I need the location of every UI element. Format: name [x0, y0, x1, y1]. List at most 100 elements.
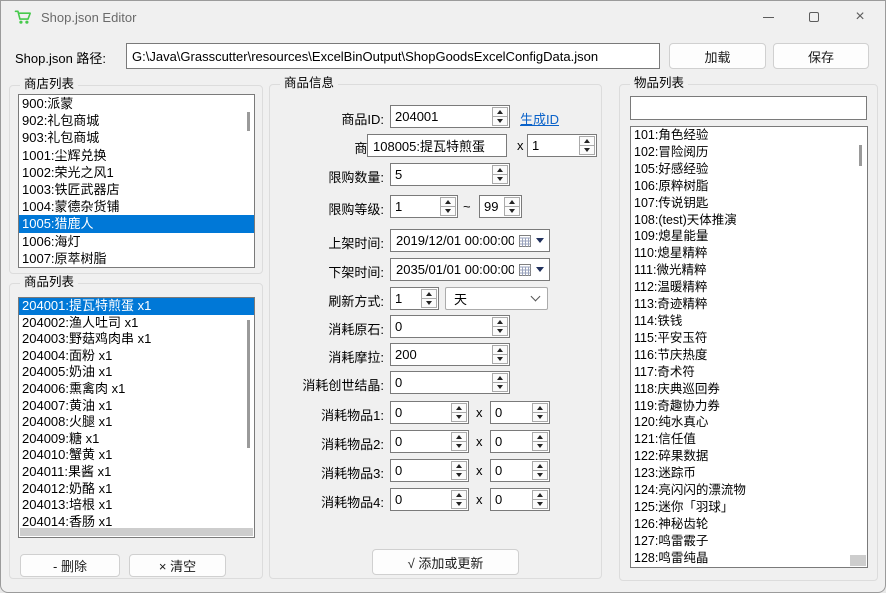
- list-item[interactable]: 204005:奶油 x1: [19, 364, 254, 381]
- list-item[interactable]: 108:(test)天体推演: [631, 212, 867, 229]
- limit-count-input[interactable]: [391, 164, 491, 185]
- cost-mora-spinner[interactable]: [390, 343, 510, 366]
- list-item[interactable]: 114:铁钱: [631, 313, 867, 330]
- dropdown-arrow-icon[interactable]: [536, 238, 544, 243]
- list-item[interactable]: 123:迷踪币: [631, 465, 867, 482]
- spin-up-button[interactable]: [452, 491, 466, 499]
- item-listbox[interactable]: 101:角色经验102:冒险阅历105:好感经验106:原粹树脂107:传说钥匙…: [630, 126, 868, 568]
- add-or-update-button[interactable]: √ 添加或更新: [372, 549, 519, 575]
- spin-down-button[interactable]: [533, 441, 547, 450]
- spin-up-button[interactable]: [493, 166, 507, 174]
- horizontal-scrollbar[interactable]: [20, 528, 253, 536]
- delete-goods-button[interactable]: - 删除: [20, 554, 120, 577]
- list-item[interactable]: 204008:火腿 x1: [19, 414, 254, 431]
- spin-down-button[interactable]: [493, 116, 507, 125]
- list-item[interactable]: 101:角色经验: [631, 127, 867, 144]
- cost-item4-id-spinner[interactable]: [390, 488, 469, 511]
- cost-item2-id-input[interactable]: [391, 431, 450, 452]
- spin-down-button[interactable]: [441, 206, 455, 215]
- list-item[interactable]: 119:奇趣协力券: [631, 398, 867, 415]
- cost-item3-id-spinner[interactable]: [390, 459, 469, 482]
- list-item[interactable]: 204002:渔人吐司 x1: [19, 315, 254, 332]
- list-item[interactable]: 1004:蒙德杂货铺: [19, 198, 254, 215]
- list-item[interactable]: 204010:蟹黄 x1: [19, 447, 254, 464]
- spin-up-button[interactable]: [505, 198, 519, 206]
- spin-up-button[interactable]: [452, 462, 466, 470]
- cost-item1-count-input[interactable]: [491, 402, 531, 423]
- list-item[interactable]: 113:奇迹精粹: [631, 296, 867, 313]
- list-item[interactable]: 1006:海灯: [19, 233, 254, 250]
- maximize-button[interactable]: [791, 1, 837, 33]
- cost-mora-input[interactable]: [391, 344, 491, 365]
- begin-time-picker[interactable]: [390, 229, 550, 252]
- cost-item2-count-spinner[interactable]: [490, 430, 550, 453]
- goods-count-input[interactable]: [528, 135, 578, 156]
- item-filter-input[interactable]: [630, 96, 867, 120]
- list-item[interactable]: 902:礼包商城: [19, 112, 254, 129]
- list-item[interactable]: 204003:野菇鸡肉串 x1: [19, 331, 254, 348]
- cost-item4-count-input[interactable]: [491, 489, 531, 510]
- list-item[interactable]: 105:好感经验: [631, 161, 867, 178]
- clear-goods-button[interactable]: × 清空: [129, 554, 226, 577]
- list-item[interactable]: 115:平安玉符: [631, 330, 867, 347]
- cost-item2-id-spinner[interactable]: [390, 430, 469, 453]
- level-max-spinner[interactable]: [479, 195, 522, 218]
- spin-up-button[interactable]: [493, 346, 507, 354]
- list-item[interactable]: 204006:熏禽肉 x1: [19, 381, 254, 398]
- spin-up-button[interactable]: [493, 374, 507, 382]
- goods-listbox[interactable]: 204001:提瓦特煎蛋 x1204002:渔人吐司 x1204003:野菇鸡肉…: [18, 297, 255, 538]
- limit-count-spinner[interactable]: [390, 163, 510, 186]
- list-item[interactable]: 117:奇术符: [631, 364, 867, 381]
- spin-down-button[interactable]: [493, 382, 507, 391]
- goods-id-input[interactable]: [391, 106, 491, 127]
- path-input[interactable]: [126, 43, 660, 69]
- spin-down-button[interactable]: [452, 470, 466, 479]
- list-item[interactable]: 126:神秘齿轮: [631, 516, 867, 533]
- spin-up-button[interactable]: [533, 433, 547, 441]
- list-item[interactable]: 204012:奶酪 x1: [19, 481, 254, 498]
- generate-id-link[interactable]: 生成ID: [520, 109, 559, 128]
- spin-up-button[interactable]: [533, 491, 547, 499]
- list-item[interactable]: 204013:培根 x1: [19, 497, 254, 514]
- spin-up-button[interactable]: [452, 433, 466, 441]
- list-item[interactable]: 109:熄星能量: [631, 228, 867, 245]
- spin-up-button[interactable]: [533, 462, 547, 470]
- spin-down-button[interactable]: [452, 499, 466, 508]
- cost-item3-id-input[interactable]: [391, 460, 450, 481]
- spin-up-button[interactable]: [441, 198, 455, 206]
- cost-primogem-input[interactable]: [391, 316, 491, 337]
- list-item[interactable]: 1005:猎鹿人: [19, 215, 254, 232]
- scrollbar-thumb[interactable]: [247, 320, 250, 448]
- list-item[interactable]: 204007:黄油 x1: [19, 398, 254, 415]
- goods-id-spinner[interactable]: [390, 105, 510, 128]
- list-item[interactable]: 122:碎果数据: [631, 448, 867, 465]
- spin-down-button[interactable]: [493, 174, 507, 183]
- spin-down-button[interactable]: [533, 412, 547, 421]
- spin-up-button[interactable]: [422, 290, 436, 298]
- scrollbar-thumb[interactable]: [247, 112, 250, 131]
- spin-down-button[interactable]: [493, 326, 507, 335]
- cost-primogem-spinner[interactable]: [390, 315, 510, 338]
- list-item[interactable]: 900:派蒙: [19, 95, 254, 112]
- load-button[interactable]: 加载: [669, 43, 766, 69]
- cost-crystal-spinner[interactable]: [390, 371, 510, 394]
- cost-item4-id-input[interactable]: [391, 489, 450, 510]
- list-item[interactable]: 1007:原萃树脂: [19, 250, 254, 267]
- list-item[interactable]: 120:纯水真心: [631, 414, 867, 431]
- minimize-button[interactable]: [745, 1, 791, 33]
- list-item[interactable]: 112:温暖精粹: [631, 279, 867, 296]
- goods-name-input[interactable]: [367, 134, 507, 157]
- list-item[interactable]: 204001:提瓦特煎蛋 x1: [19, 298, 254, 315]
- refresh-value-input[interactable]: [391, 288, 420, 309]
- spin-down-button[interactable]: [533, 499, 547, 508]
- level-min-input[interactable]: [391, 196, 439, 217]
- shop-listbox[interactable]: 900:派蒙902:礼包商城903:礼包商城1001:尘辉兑换1002:荣光之风…: [18, 94, 255, 268]
- spin-down-button[interactable]: [493, 354, 507, 363]
- spin-down-button[interactable]: [422, 298, 436, 307]
- spin-down-button[interactable]: [452, 441, 466, 450]
- list-item[interactable]: 124:亮闪闪的漂流物: [631, 482, 867, 499]
- list-item[interactable]: 204011:果酱 x1: [19, 464, 254, 481]
- spin-down-button[interactable]: [505, 206, 519, 215]
- spin-down-button[interactable]: [580, 145, 594, 154]
- list-item[interactable]: 118:庆典巡回券: [631, 381, 867, 398]
